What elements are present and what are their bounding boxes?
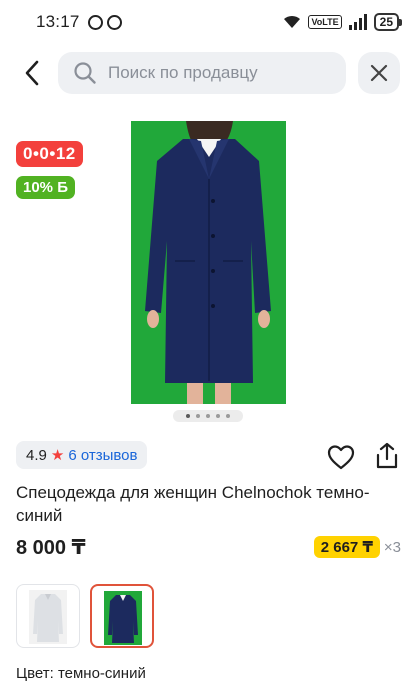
- pager-dot: [226, 414, 230, 418]
- dark-blue-coat-thumbnail: [104, 591, 142, 645]
- installment-amount: 2 667 ₸: [313, 536, 380, 558]
- star-icon: ★: [50, 447, 65, 464]
- gallery-pager: [173, 410, 243, 422]
- chevron-left-icon: [25, 60, 39, 86]
- status-time: 13:17: [36, 12, 80, 31]
- variant-light-grey[interactable]: [16, 584, 80, 648]
- share-icon: [376, 442, 398, 469]
- search-input[interactable]: [108, 63, 328, 83]
- pager-dot: [186, 414, 190, 418]
- color-label: Цвет: темно-синий: [16, 665, 146, 682]
- installment-info[interactable]: 2 667 ₸ ×3: [313, 536, 401, 558]
- product-gallery[interactable]: 0•0•12 10% Б: [0, 110, 417, 430]
- heart-icon: [327, 445, 355, 470]
- back-button[interactable]: [14, 54, 50, 92]
- wifi-icon: [284, 15, 301, 28]
- search-header: [0, 50, 417, 96]
- reviews-link[interactable]: 6 отзывов: [68, 447, 137, 464]
- signal-icon: [348, 14, 367, 30]
- pager-dot: [206, 414, 210, 418]
- battery-icon: 25: [373, 13, 403, 31]
- product-title: Спецодежда для женщин Chelnochok темно-с…: [16, 483, 370, 525]
- product-image[interactable]: [131, 121, 286, 404]
- status-indicators: VoLTE 25: [282, 13, 403, 31]
- coat-illustration: [131, 121, 286, 404]
- threads-notification-icon: [106, 14, 122, 30]
- app-notification-icon: [87, 14, 103, 30]
- notification-icons: [87, 14, 122, 30]
- share-button[interactable]: [372, 441, 402, 471]
- bonus-badge: 10% Б: [16, 176, 75, 199]
- rating-value: 4.9: [26, 446, 47, 464]
- pager-dot: [216, 414, 220, 418]
- variant-dark-blue[interactable]: [90, 584, 154, 648]
- close-button[interactable]: [358, 52, 400, 94]
- status-bar: 13:17 VoLTE 25: [0, 0, 417, 44]
- rating-pill[interactable]: 4.9 ★ 6 отзывов: [16, 441, 148, 469]
- close-icon: [370, 64, 388, 82]
- search-icon: [72, 60, 98, 86]
- volte-badge: VoLTE: [308, 15, 342, 29]
- color-variants: [16, 584, 154, 648]
- product-price: 8 000 ₸: [16, 537, 86, 559]
- installment-times: ×3: [383, 538, 401, 556]
- favorite-button[interactable]: [326, 443, 356, 473]
- timer-badge: 0•0•12: [16, 141, 83, 167]
- light-grey-coat-thumbnail: [29, 590, 67, 644]
- pager-dot: [196, 414, 200, 418]
- search-box[interactable]: [58, 52, 346, 94]
